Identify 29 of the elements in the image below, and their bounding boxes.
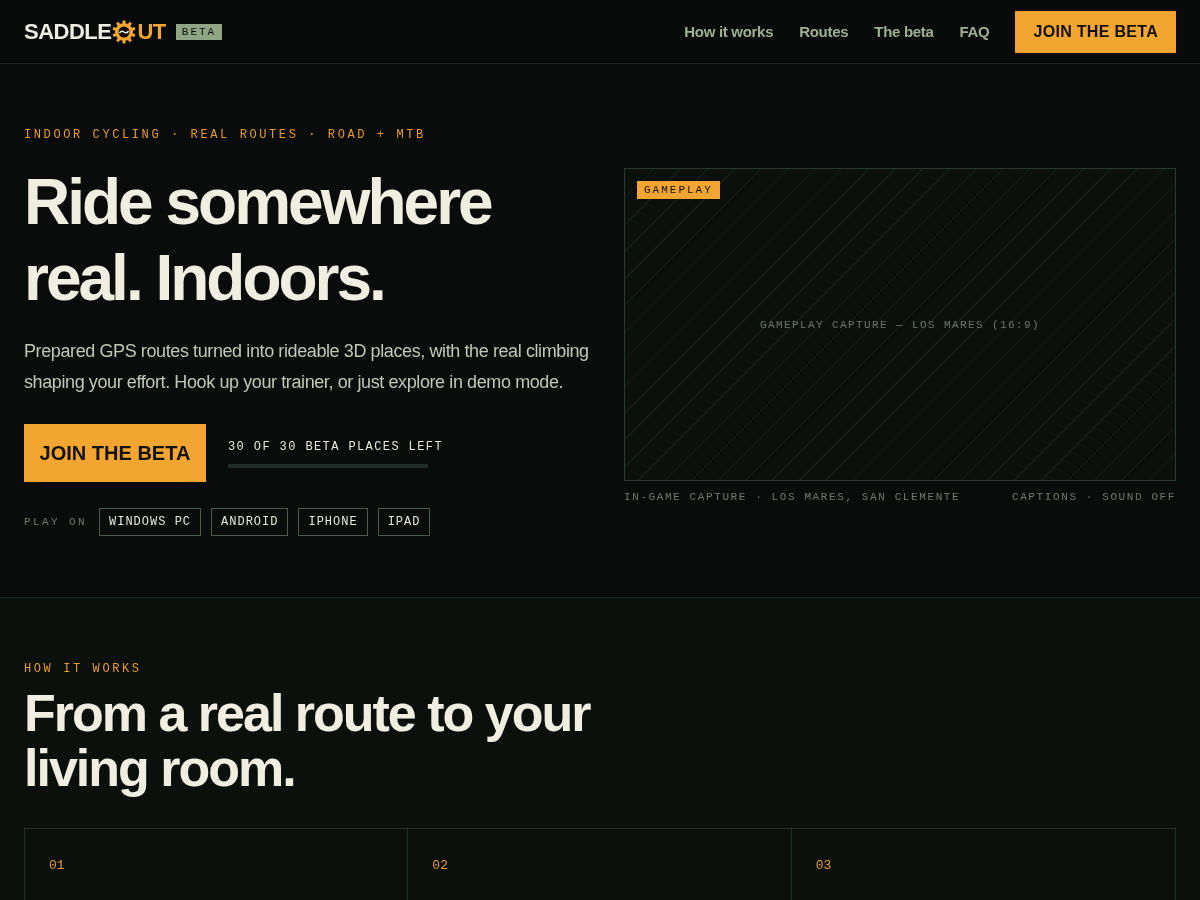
platform-tag: IPHONE (298, 508, 368, 536)
nav-link[interactable]: FAQ (959, 23, 990, 40)
platform-tag: ANDROID (211, 508, 289, 536)
places-left-text: 30 OF 30 BETA PLACES LEFT (228, 440, 444, 454)
gear-logo-icon (112, 19, 137, 44)
platform-tag: IPAD (377, 508, 431, 536)
hero-description: Prepared GPS routes turned into rideable 3D places, with the real climbing shaping your effort. Hook up your trainer, or just explore in demo mode. (24, 340, 590, 394)
platform-tag: WINDOWS PC (99, 508, 202, 536)
video-caption: CAPTIONS · SOUND OFF (1011, 491, 1176, 503)
join-button[interactable]: JOIN THE BETA (24, 424, 206, 482)
nav-link[interactable]: Routes (799, 23, 849, 40)
logo-text[interactable]: UT (137, 18, 166, 45)
gameplay-tag: GAMEPLAY (637, 181, 720, 199)
step-number: 01 (49, 858, 65, 873)
platforms-label: PLAY ON (24, 516, 87, 528)
placeholder-text: GAMEPLAY CAPTURE — LOS MARES (16:9) (759, 318, 1040, 331)
section-eyebrow: HOW IT WORKS (24, 662, 143, 676)
hero-title: Ride somewhere (24, 165, 491, 240)
nav-link[interactable]: The beta (874, 23, 934, 40)
join-button[interactable]: JOIN THE BETA (1015, 10, 1176, 53)
section-title: From a real route to your living room. (24, 686, 591, 796)
step-number: 02 (432, 858, 448, 873)
step-number: 03 (815, 858, 832, 873)
nav-link[interactable]: How it works (684, 23, 774, 40)
beta-badge: BETA (175, 23, 223, 40)
logo-text[interactable]: SADDLE (24, 18, 112, 45)
video-caption: IN-GAME CAPTURE · LOS MARES, SAN CLEMENTE (624, 491, 961, 503)
eyebrow-text: INDOOR CYCLING · REAL ROUTES · ROAD + MTB (24, 128, 427, 142)
hero-title: real. Indoors. (24, 241, 384, 316)
